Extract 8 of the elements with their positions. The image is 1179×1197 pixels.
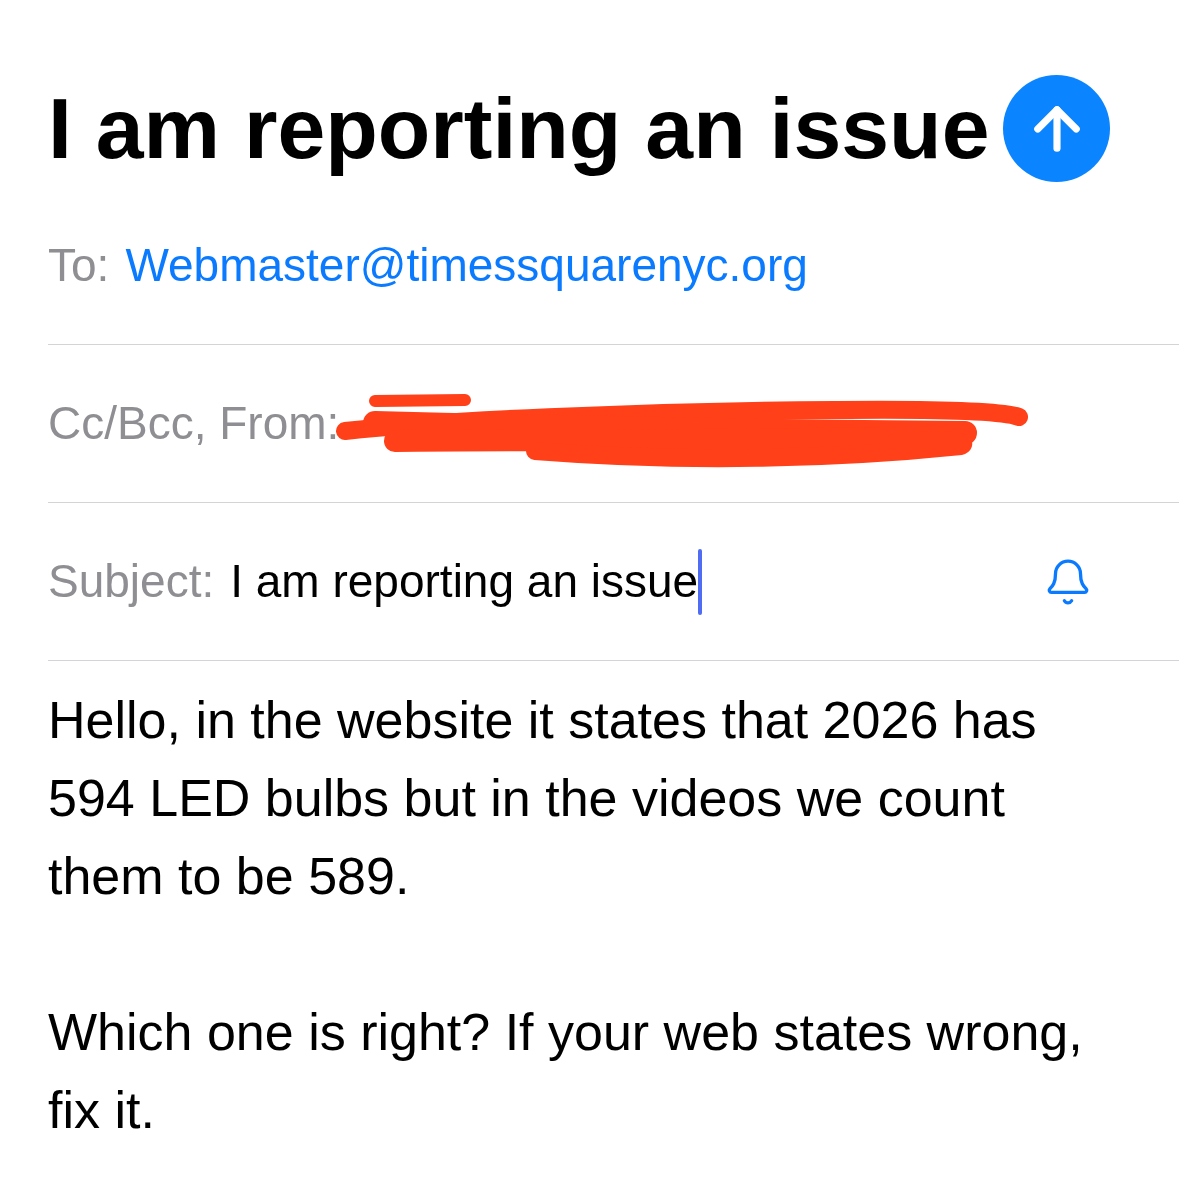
field-label: Cc/Bcc, From: [48, 395, 340, 451]
subject-input[interactable]: I am reporting an issue [230, 553, 699, 610]
message-paragraph: Which one is right? If your web states wrong, fix it. [48, 1002, 1084, 1141]
recipient-address[interactable]: Webmaster@timessquarenyc.org [125, 237, 808, 294]
message-paragraph: Hello, in the website it states that 2026 has 594 LED bulbs but in the videos we count them to be 589. [48, 690, 1038, 907]
field-label: Subject: [48, 553, 215, 609]
email-title: I am reporting an issue [48, 78, 990, 178]
field-label: To: [48, 237, 110, 293]
